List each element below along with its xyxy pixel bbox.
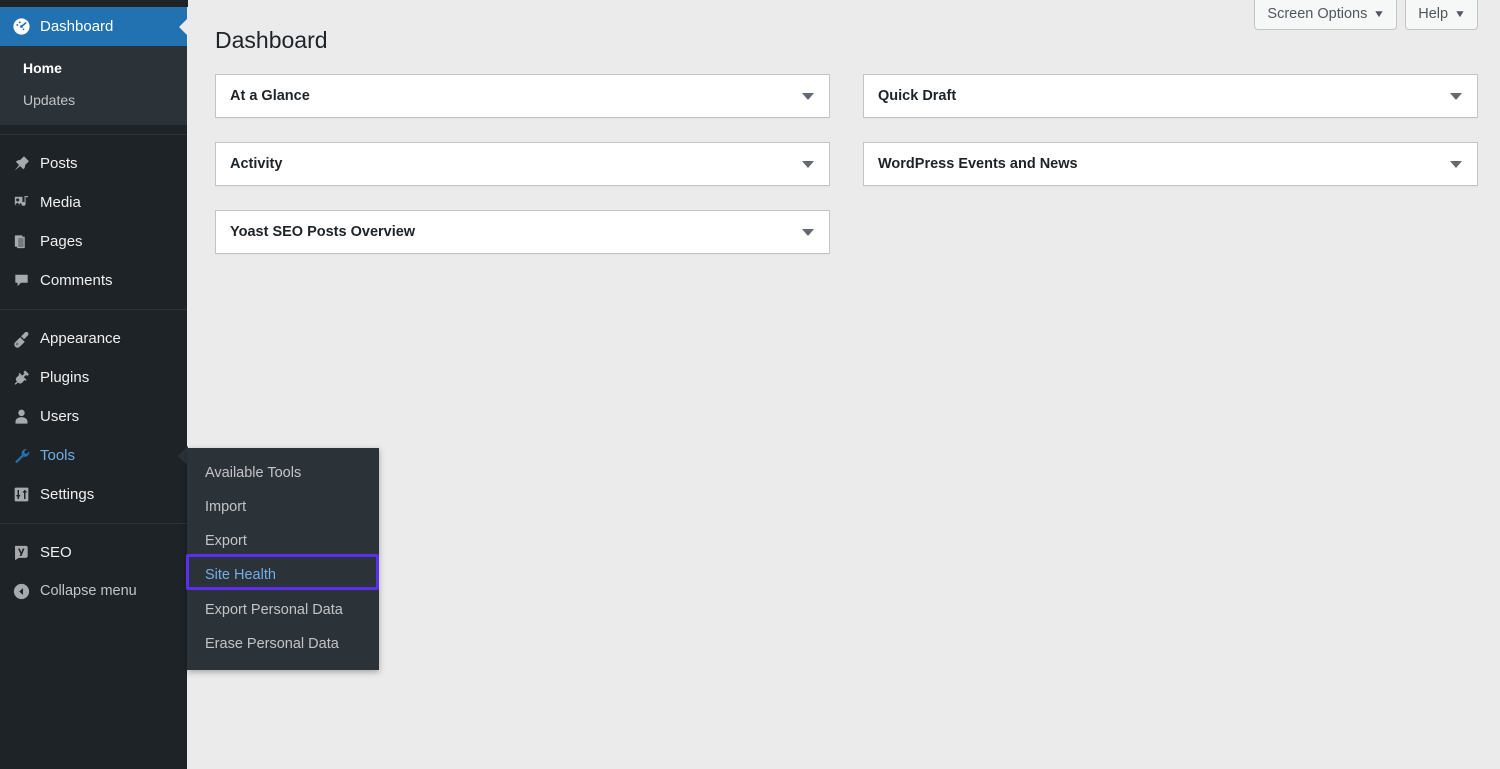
collapse-menu-label: Collapse menu: [40, 583, 137, 600]
screen-options-label: Screen Options: [1267, 6, 1368, 23]
sidebar-item-users[interactable]: Users: [0, 397, 187, 436]
widget-title: Yoast SEO Posts Overview: [230, 223, 416, 240]
flyout-item-export-personal-data[interactable]: Export Personal Data: [187, 593, 379, 627]
dashboard-icon: [8, 16, 34, 38]
chevron-down-icon: [1450, 92, 1462, 100]
sidebar-item-label: Settings: [40, 486, 95, 504]
sidebar-item-pages[interactable]: Pages: [0, 222, 187, 261]
flyout-item-export[interactable]: Export: [187, 524, 379, 558]
sidebar-item-plugins[interactable]: Plugins: [0, 358, 187, 397]
widget-activity: Activity: [215, 142, 830, 186]
sidebar-item-label: Posts: [40, 155, 78, 173]
chevron-down-icon: [802, 228, 814, 236]
user-icon: [8, 406, 34, 428]
dashboard-column-left: At a Glance Activity Yoast SEO Posts Ove…: [215, 74, 830, 278]
dashboard-column-right: Quick Draft WordPress Events and News: [863, 74, 1478, 278]
flyout-item-available-tools[interactable]: Available Tools: [187, 456, 379, 490]
sidebar-item-tools[interactable]: Tools: [0, 436, 187, 476]
tools-flyout-submenu: Available Tools Import Export Site Healt…: [187, 448, 379, 670]
sidebar-item-posts[interactable]: Posts: [0, 144, 187, 183]
chevron-down-icon: ▼: [1373, 8, 1386, 20]
menu-separator-1: [0, 134, 187, 136]
widget-quick-draft: Quick Draft: [863, 74, 1478, 118]
flyout-item-import[interactable]: Import: [187, 490, 379, 524]
dashboard-widgets-area: At a Glance Activity Yoast SEO Posts Ove…: [215, 74, 1478, 278]
comments-icon: [8, 270, 34, 292]
sidebar-item-label: Appearance: [40, 330, 121, 348]
widget-wordpress-events-and-news: WordPress Events and News: [863, 142, 1478, 186]
wordpress-admin-screen: Dashboard Home Updates Posts Media Pages…: [0, 0, 1500, 769]
toggle-panel-button[interactable]: [1437, 145, 1475, 183]
sidebar-item-seo[interactable]: SEO: [0, 533, 187, 572]
pages-icon: [8, 231, 34, 253]
sidebar-item-label: Plugins: [40, 369, 90, 387]
admin-bar-strip: [0, 0, 188, 7]
widget-header[interactable]: Yoast SEO Posts Overview: [216, 211, 829, 253]
plug-icon: [8, 367, 34, 389]
sidebar-item-appearance[interactable]: Appearance: [0, 319, 187, 358]
sidebar-item-label: Comments: [40, 272, 113, 290]
widget-title: Activity: [230, 155, 283, 172]
settings-icon: [8, 484, 34, 506]
sidebar-menu-list: Dashboard Home Updates Posts Media Pages…: [0, 7, 187, 610]
page-title: Dashboard: [215, 27, 328, 53]
chevron-down-icon: [1450, 160, 1462, 168]
menu-separator-2: [0, 309, 187, 311]
sidebar-item-label: Dashboard: [40, 18, 114, 35]
sidebar-item-label: Tools: [40, 447, 76, 465]
dashboard-submenu: Home Updates: [0, 46, 187, 126]
sidebar-item-media[interactable]: Media: [0, 183, 187, 222]
collapse-arrow-icon: [8, 580, 34, 602]
pin-icon: [8, 153, 34, 175]
sidebar-item-label: Media: [40, 194, 81, 212]
help-button[interactable]: Help ▼: [1405, 0, 1478, 30]
widget-at-a-glance: At a Glance: [215, 74, 830, 118]
sidebar-item-label: Users: [40, 408, 80, 426]
brush-icon: [8, 328, 34, 350]
sidebar-item-settings[interactable]: Settings: [0, 475, 187, 514]
screen-meta-links: Screen Options ▼ Help ▼: [1254, 0, 1478, 30]
submenu-item-updates[interactable]: Updates: [0, 85, 187, 117]
menu-separator-3: [0, 523, 187, 525]
wrench-icon: [8, 445, 34, 467]
sidebar-item-label: Pages: [40, 233, 83, 251]
widget-yoast-seo-posts-overview: Yoast SEO Posts Overview: [215, 210, 830, 254]
collapse-menu-button[interactable]: Collapse menu: [0, 572, 187, 610]
screen-options-button[interactable]: Screen Options ▼: [1254, 0, 1398, 30]
widget-header[interactable]: Activity: [216, 143, 829, 185]
chevron-down-icon: ▼: [1453, 8, 1467, 20]
flyout-item-erase-personal-data[interactable]: Erase Personal Data: [187, 627, 379, 661]
media-icon: [8, 192, 34, 214]
toggle-panel-button[interactable]: [789, 145, 827, 183]
toggle-panel-button[interactable]: [789, 213, 827, 251]
admin-sidebar: Dashboard Home Updates Posts Media Pages…: [0, 0, 187, 769]
sidebar-item-dashboard[interactable]: Dashboard: [0, 7, 187, 46]
yoast-icon: [8, 542, 34, 564]
toggle-panel-button[interactable]: [789, 77, 827, 115]
flyout-item-site-health[interactable]: Site Health: [187, 558, 379, 592]
widget-header[interactable]: At a Glance: [216, 75, 829, 117]
submenu-item-home[interactable]: Home: [0, 53, 187, 85]
widget-title: Quick Draft: [878, 87, 957, 104]
widget-header[interactable]: Quick Draft: [864, 75, 1477, 117]
help-label: Help: [1418, 6, 1449, 23]
chevron-down-icon: [802, 160, 814, 168]
sidebar-item-comments[interactable]: Comments: [0, 261, 187, 300]
chevron-down-icon: [802, 92, 814, 100]
widget-title: WordPress Events and News: [878, 155, 1078, 172]
widget-header[interactable]: WordPress Events and News: [864, 143, 1477, 185]
sidebar-item-label: SEO: [40, 544, 72, 562]
widget-title: At a Glance: [230, 87, 310, 104]
main-content: Screen Options ▼ Help ▼ Dashboard At a G…: [187, 0, 1500, 769]
toggle-panel-button[interactable]: [1437, 77, 1475, 115]
